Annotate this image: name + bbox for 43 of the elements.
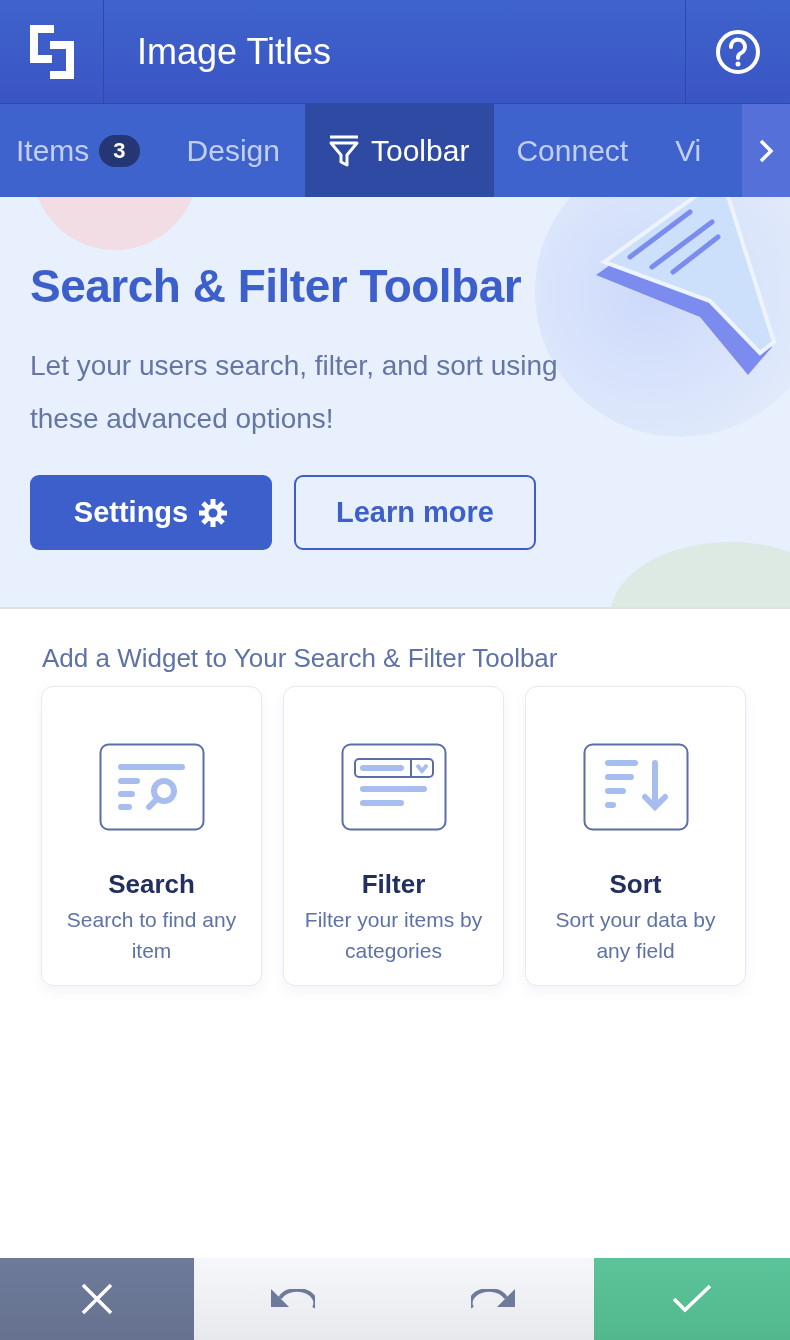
app-title: Image Titles bbox=[136, 29, 333, 74]
confirm-button[interactable] bbox=[594, 1258, 790, 1340]
close-icon bbox=[81, 1283, 113, 1315]
widget-title: Sort bbox=[609, 869, 662, 900]
search-icon bbox=[98, 743, 205, 831]
undo-button[interactable] bbox=[194, 1258, 392, 1340]
tab-label: Toolbar bbox=[371, 133, 470, 168]
widget-description: Sort your data by any field bbox=[554, 907, 717, 964]
tab[interactable]: Items 3 bbox=[0, 104, 165, 197]
tab-label: Connect bbox=[516, 133, 629, 168]
undo-icon bbox=[271, 1289, 315, 1309]
sort-icon bbox=[582, 743, 689, 831]
tab[interactable]: Connect bbox=[494, 104, 654, 197]
chevron-right-icon bbox=[758, 137, 774, 164]
count-badge: 3 bbox=[99, 134, 140, 167]
tab-label: Items bbox=[16, 133, 90, 168]
redo-icon bbox=[471, 1289, 515, 1309]
tab[interactable]: Design bbox=[164, 104, 305, 197]
section-heading: Add a Widget to Your Search & Filter Toolbar bbox=[42, 643, 559, 674]
tab-label: Vi bbox=[675, 133, 702, 168]
widget-card[interactable]: Search Search to find any item bbox=[41, 686, 262, 986]
widget-card[interactable]: Filter Filter your items by categories bbox=[283, 686, 504, 986]
funnel-icon bbox=[327, 133, 361, 168]
tab[interactable]: Vi bbox=[653, 104, 702, 197]
hero-title: Search & Filter Toolbar bbox=[30, 259, 523, 313]
redo-button[interactable] bbox=[392, 1258, 594, 1340]
widget-title: Search bbox=[108, 869, 195, 900]
learn-more-button[interactable]: Learn more bbox=[294, 475, 536, 550]
tab-label: Design bbox=[186, 133, 280, 168]
filter-widget-icon bbox=[340, 743, 447, 831]
cancel-button[interactable] bbox=[0, 1258, 194, 1340]
widget-card[interactable]: Sort Sort your data by any field bbox=[525, 686, 746, 986]
gear-icon bbox=[198, 497, 229, 528]
tab[interactable]: Toolbar bbox=[305, 104, 495, 197]
help-icon bbox=[715, 28, 761, 75]
widget-description: Search to find any item bbox=[65, 907, 238, 964]
check-icon bbox=[672, 1284, 712, 1314]
next-tab-button[interactable] bbox=[742, 104, 790, 197]
logo-icon bbox=[29, 24, 74, 79]
widget-title: Filter bbox=[361, 869, 426, 900]
hero-text: Let your users search, filter, and sort using these advanced options! bbox=[30, 349, 559, 436]
widget-description: Filter your items by categories bbox=[303, 907, 484, 964]
settings-button[interactable]: Settings bbox=[30, 475, 272, 550]
